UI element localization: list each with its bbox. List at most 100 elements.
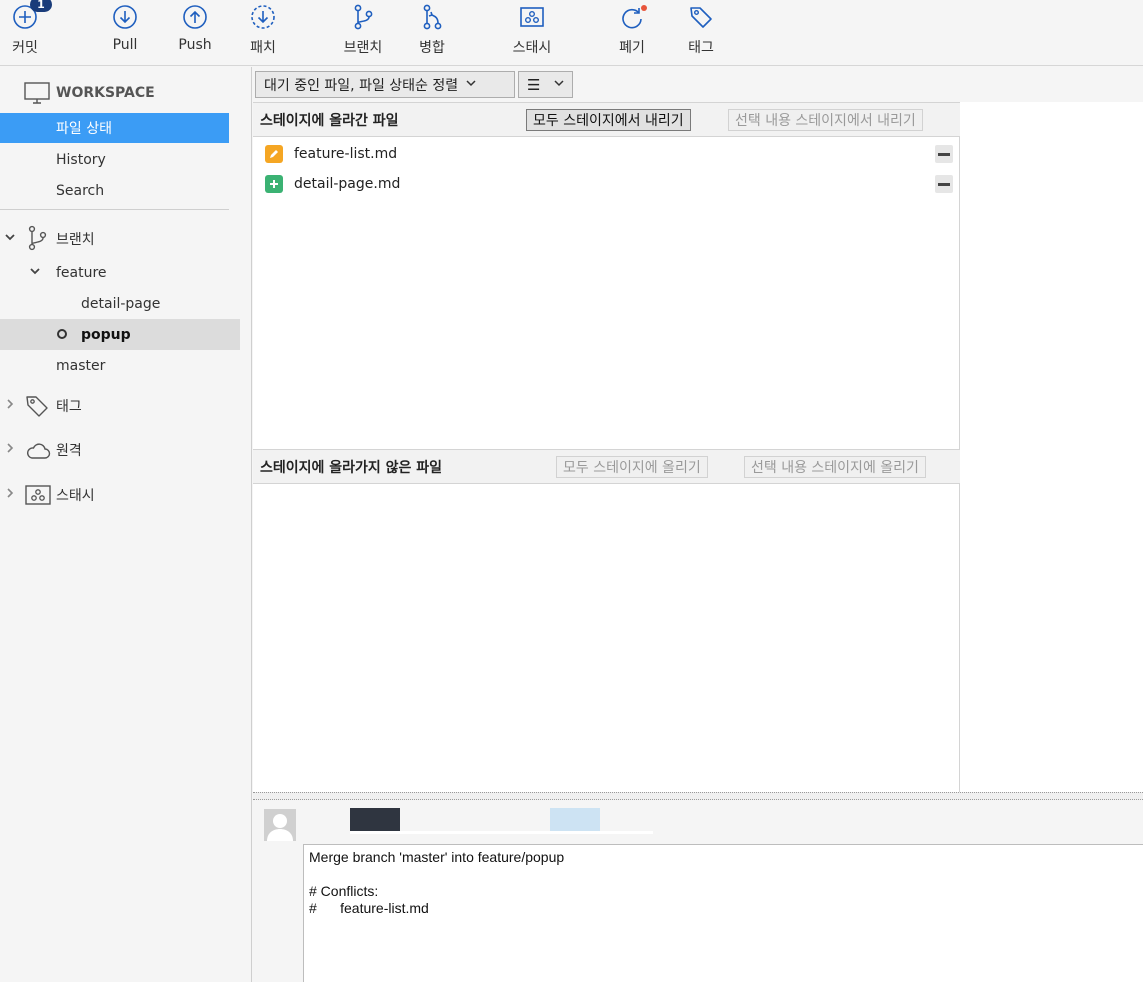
discard-button[interactable]: 폐기 [615,0,649,66]
discard-alert-dot [641,5,647,11]
sidebar-section-label: 브랜치 [56,232,95,248]
unstaged-files-title: 스테이지에 올라가지 않은 파일 [260,459,443,476]
staged-files-title: 스테이지에 올라간 파일 [260,112,399,129]
unstage-file-button[interactable] [935,175,953,193]
fetch-icon [250,0,276,34]
chevron-right-icon[interactable] [4,442,16,458]
workspace-header: WORKSPACE [0,78,229,108]
push-label: Push [178,37,212,53]
stash-icon [519,0,545,34]
sidebar-section-label: 태그 [56,399,82,415]
staged-files-header: 스테이지에 올라간 파일 모두 스테이지에서 내리기 선택 내용 스테이지에서 … [253,102,960,137]
push-button[interactable]: Push [175,0,215,66]
pull-label: Pull [112,37,138,53]
avatar [264,809,296,841]
view-mode-dropdown[interactable]: ☰ [518,71,573,98]
file-name: detail-page.md [294,176,401,192]
unstage-selected-button[interactable]: 선택 내용 스테이지에서 내리기 [728,109,923,131]
sidebar-section-branches[interactable]: 브랜치 [0,224,229,254]
tag-icon [24,393,50,423]
stage-selected-button[interactable]: 선택 내용 스테이지에 올리기 [744,456,926,478]
staged-file-row[interactable]: feature-list.md [253,139,960,169]
sidebar-item-search[interactable]: Search [0,176,229,206]
branch-button[interactable]: 브랜치 [339,0,387,66]
commit-message-line [309,866,1138,883]
tag-icon [688,0,714,34]
commit-label: 커밋 [12,40,38,56]
current-branch-icon [56,328,68,344]
sidebar-section-remotes[interactable]: 원격 [0,435,229,465]
commit-area: Merge branch 'master' into feature/popup… [253,800,1143,982]
author-underline [350,831,653,834]
sidebar-divider [0,209,229,210]
sidebar-branch-popup[interactable]: popup [0,319,240,350]
branch-name: master [56,358,106,374]
sidebar-item-label: 파일 상태 [56,121,112,137]
workspace-label: WORKSPACE [56,85,155,101]
list-view-icon: ☰ [527,75,541,94]
author-field[interactable] [350,808,400,832]
discard-label: 폐기 [619,40,645,56]
sidebar-section-tags[interactable]: 태그 [0,391,229,421]
sidebar-item-history[interactable]: History [0,145,229,175]
commit-icon: 1 [12,0,52,34]
push-icon [182,0,208,34]
stage-all-button[interactable]: 모두 스테이지에 올리기 [556,456,708,478]
discard-icon [619,0,647,34]
staged-file-row[interactable]: detail-page.md [253,169,960,199]
sidebar-section-stashes[interactable]: 스태시 [0,480,229,510]
filter-bar: 대기 중인 파일, 파일 상태순 정렬 ☰ [253,67,1143,102]
added-file-icon [265,175,283,193]
sidebar-item-file-status[interactable]: 파일 상태 [0,113,229,143]
commit-button[interactable]: 1 커밋 [8,0,52,66]
pull-button[interactable]: Pull [106,0,144,66]
branch-name: popup [81,326,131,343]
fetch-button[interactable]: 패치 [247,0,279,66]
sidebar: WORKSPACE 파일 상태 History Search 브랜치 featu… [0,67,252,982]
merge-button[interactable]: 병합 [415,0,449,66]
toolbar: 1 커밋 Pull Push 패치 브랜치 병합 스태시 폐기 태그 [0,0,1143,66]
sidebar-item-label: Search [56,183,105,199]
merge-label: 병합 [419,40,445,56]
commit-message-line: Merge branch 'master' into feature/popup [309,849,565,865]
cloud-icon [25,442,51,464]
diff-pane [960,102,1143,792]
branch-label: 브랜치 [343,40,383,56]
sort-dropdown[interactable]: 대기 중인 파일, 파일 상태순 정렬 [255,71,515,98]
branch-icon [351,0,375,34]
fetch-label: 패치 [250,40,276,56]
branch-icon [26,225,48,255]
commit-splitter[interactable] [253,792,1143,800]
chevron-down-icon[interactable] [4,231,16,247]
unstaged-files-header: 스테이지에 올라가지 않은 파일 모두 스테이지에 올리기 선택 내용 스테이지… [253,449,960,484]
email-field[interactable] [550,808,600,832]
chevron-down-icon[interactable] [29,265,41,281]
modified-file-icon [265,145,283,163]
commit-message-line: # Conflicts: [309,883,379,899]
sidebar-section-label: 스태시 [56,488,95,504]
chevron-down-icon [466,79,476,90]
monitor-icon [24,81,50,109]
branch-name: detail-page [81,296,161,312]
file-name: feature-list.md [294,146,398,162]
sidebar-branch-master[interactable]: master [0,351,229,381]
stash-button[interactable]: 스태시 [506,0,558,66]
branch-folder-label: feature [56,265,107,281]
chevron-right-icon[interactable] [4,487,16,503]
chevron-right-icon[interactable] [4,398,16,414]
merge-icon [420,0,444,34]
stash-label: 스태시 [512,40,552,56]
unstaged-files-panel: 스테이지에 올라가지 않은 파일 모두 스테이지에 올리기 선택 내용 스테이지… [253,449,960,792]
sidebar-branch-folder-feature[interactable]: feature [0,258,229,288]
staged-files-panel: 스테이지에 올라간 파일 모두 스테이지에서 내리기 선택 내용 스테이지에서 … [253,102,960,449]
stash-icon [25,484,51,510]
chevron-down-icon [554,79,564,90]
unstage-all-button[interactable]: 모두 스테이지에서 내리기 [526,109,691,131]
sidebar-branch-detail-page[interactable]: detail-page [0,289,229,319]
commit-message-input[interactable]: Merge branch 'master' into feature/popup… [303,844,1143,982]
sidebar-section-label: 원격 [56,443,82,459]
unstage-file-button[interactable] [935,145,953,163]
tag-label: 태그 [688,40,714,56]
commit-count-badge: 1 [30,0,52,12]
tag-button[interactable]: 태그 [684,0,718,66]
